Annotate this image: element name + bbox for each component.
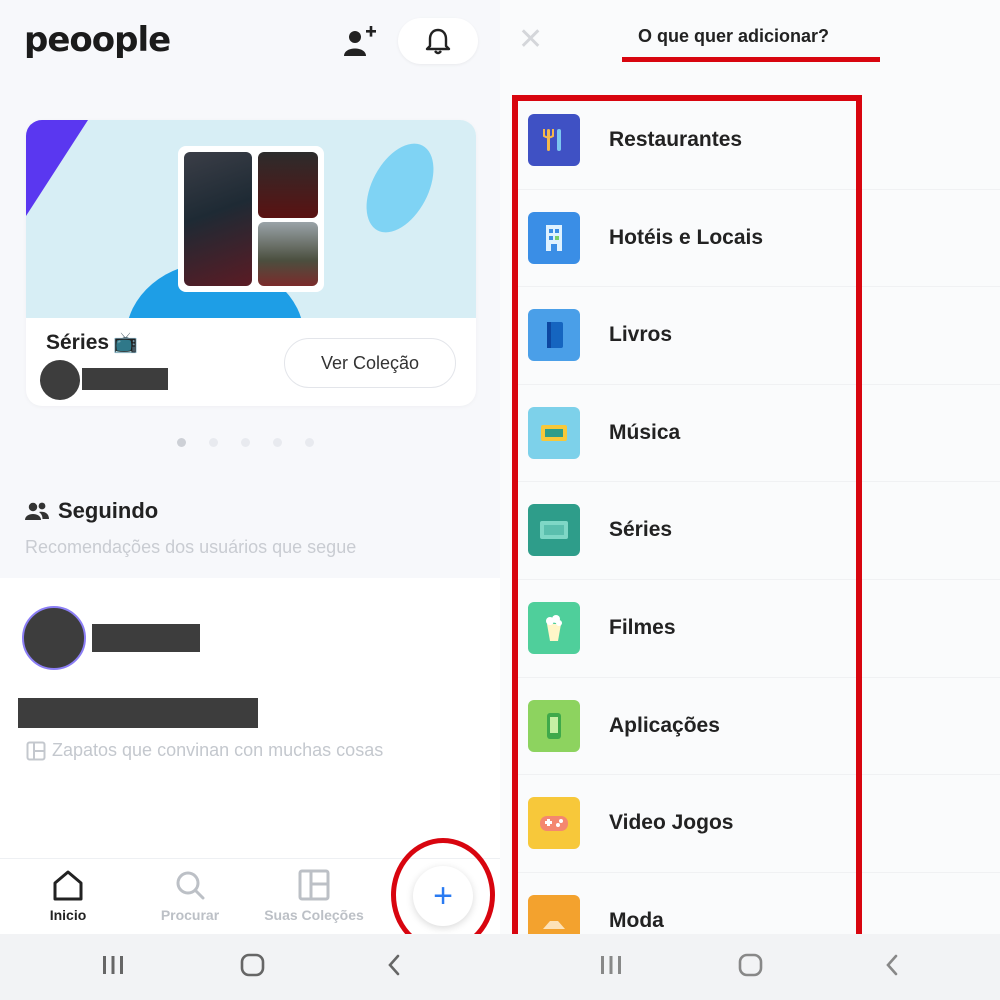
pager-dot[interactable] <box>209 438 218 447</box>
collection-banner <box>26 120 476 318</box>
recent-apps-icon[interactable] <box>102 952 124 978</box>
carousel-pager <box>177 438 314 447</box>
user-name-redacted <box>92 624 200 652</box>
pager-dot[interactable] <box>273 438 282 447</box>
system-nav-bar <box>500 934 1000 1000</box>
collection-title: Séries 📺 <box>46 330 138 355</box>
user-avatar[interactable] <box>22 606 86 670</box>
poster-image <box>258 152 318 218</box>
tab-procurar[interactable]: Procurar <box>150 869 230 923</box>
app-logo: peoople <box>24 20 171 60</box>
home-icon <box>53 870 83 901</box>
pager-dot[interactable] <box>177 438 186 447</box>
add-panel: ✕ O que quer adicionar? Restaurantes Hot… <box>500 0 1000 934</box>
following-header: Seguindo <box>24 498 158 524</box>
close-icon[interactable]: ✕ <box>518 22 543 57</box>
people-icon <box>25 502 49 520</box>
notifications-button[interactable] <box>398 18 478 64</box>
title-underline <box>622 57 880 62</box>
bell-icon <box>425 28 451 55</box>
following-subtitle: Recomendações dos usuários que segue <box>25 537 357 557</box>
system-nav-bar <box>0 934 500 1000</box>
pager-dot[interactable] <box>241 438 250 447</box>
collection-card[interactable]: Séries 📺 Ver Coleção <box>26 120 476 406</box>
tab-label: Suas Coleções <box>264 907 364 923</box>
pager-dot[interactable] <box>305 438 314 447</box>
add-user-button[interactable] <box>340 24 380 60</box>
home-nav-icon[interactable] <box>240 952 266 978</box>
add-button[interactable]: + <box>413 866 473 926</box>
recent-apps-icon[interactable] <box>600 952 622 978</box>
post-collection-link[interactable]: Zapatos que convinan con muchas cosas <box>26 740 383 761</box>
tab-label: Procurar <box>160 907 220 923</box>
decor-blob <box>352 132 448 244</box>
highlight-box <box>512 95 862 934</box>
add-user-icon <box>344 26 376 56</box>
poster-image <box>258 222 318 286</box>
view-collection-button[interactable]: Ver Coleção <box>284 338 456 388</box>
author-avatar[interactable] <box>40 360 80 400</box>
home-screen: peoople Séries 📺 Ver Coleção Seguindo Re… <box>0 0 500 1000</box>
tab-inicio[interactable]: Inicio <box>40 869 96 923</box>
search-icon <box>176 871 205 900</box>
decor-triangle <box>26 120 88 216</box>
tab-suas-colecoes[interactable]: Suas Coleções <box>258 869 370 923</box>
back-icon[interactable] <box>882 952 902 978</box>
tab-label: Inicio <box>49 907 87 923</box>
collection-title-text: Séries <box>46 331 110 354</box>
collections-icon <box>298 869 330 901</box>
feed-post[interactable]: Zapatos que convinan con muchas cosas <box>0 578 500 858</box>
tv-icon: 📺 <box>113 332 138 354</box>
poster-image <box>184 152 252 286</box>
following-title: Seguindo <box>58 498 159 523</box>
author-name-redacted <box>82 368 168 390</box>
collection-icon <box>26 741 46 760</box>
add-panel-title: O que quer adicionar? <box>638 26 830 46</box>
back-icon[interactable] <box>384 952 404 978</box>
post-text-redacted <box>18 698 258 728</box>
post-collection-name: Zapatos que convinan con muchas cosas <box>52 740 384 760</box>
home-nav-icon[interactable] <box>738 952 764 978</box>
poster-collage <box>178 146 324 292</box>
